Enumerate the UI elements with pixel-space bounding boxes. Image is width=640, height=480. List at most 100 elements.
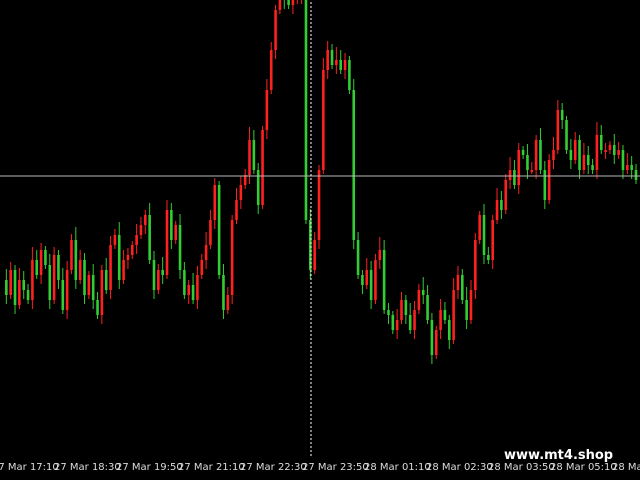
candle-body bbox=[339, 60, 343, 70]
candle-body bbox=[621, 150, 625, 170]
candle-body bbox=[356, 240, 360, 275]
candle-body bbox=[578, 140, 581, 170]
time-axis-label: 27 Mar 21:10 bbox=[178, 462, 245, 473]
candle-body bbox=[200, 260, 204, 275]
candle-body bbox=[274, 10, 277, 50]
candle-body bbox=[256, 170, 260, 205]
candle-body bbox=[222, 275, 225, 310]
candle-body bbox=[447, 320, 451, 340]
candle-body bbox=[317, 170, 321, 240]
candle-body bbox=[461, 275, 464, 300]
candle-body bbox=[239, 185, 243, 200]
candle-body bbox=[248, 140, 251, 175]
candle-body bbox=[391, 315, 395, 330]
candle-body bbox=[22, 280, 26, 290]
candle-body bbox=[434, 330, 438, 355]
candle-body bbox=[135, 235, 138, 245]
candle-body bbox=[261, 130, 264, 205]
candle-body bbox=[78, 260, 82, 280]
candle-body bbox=[187, 285, 191, 295]
candle-body bbox=[287, 0, 290, 5]
time-axis-label: 28 Mar 05:10 bbox=[550, 462, 617, 473]
candle-body bbox=[482, 215, 486, 255]
candle-body bbox=[31, 260, 34, 300]
candle-body bbox=[565, 120, 568, 150]
time-axis-label: 27 Mar 22:30 bbox=[240, 462, 307, 473]
candle-body bbox=[408, 315, 412, 330]
candle-body bbox=[504, 180, 508, 210]
candle-body bbox=[178, 225, 182, 270]
candle-body bbox=[183, 270, 186, 295]
candle-body bbox=[599, 135, 603, 150]
candle-body bbox=[582, 155, 586, 170]
candle-body bbox=[235, 200, 238, 220]
candle-body bbox=[560, 110, 564, 120]
candle-body bbox=[226, 295, 230, 310]
candle-body bbox=[5, 280, 8, 295]
candle-body bbox=[113, 235, 117, 245]
candle-body bbox=[44, 250, 47, 265]
candle-body bbox=[508, 170, 512, 180]
candle-body bbox=[96, 300, 99, 315]
candle-body bbox=[304, 0, 308, 220]
candle-body bbox=[265, 90, 269, 130]
candle-body bbox=[35, 260, 39, 275]
candle-body bbox=[469, 290, 473, 320]
candle-body bbox=[630, 165, 633, 170]
candle-body bbox=[421, 290, 425, 295]
candle-body bbox=[196, 275, 199, 300]
candle-body bbox=[374, 260, 377, 300]
candle-body bbox=[330, 50, 334, 65]
time-axis-label: 28 Mar bbox=[612, 462, 640, 473]
candle-body bbox=[26, 290, 30, 300]
candle-body bbox=[573, 140, 577, 160]
candle-body bbox=[608, 145, 612, 150]
candle-body bbox=[352, 90, 356, 240]
candle-body bbox=[157, 270, 160, 290]
candle-body bbox=[335, 60, 338, 65]
candle-body bbox=[87, 275, 91, 295]
candle-body bbox=[139, 225, 143, 235]
candle-body bbox=[230, 220, 234, 295]
time-axis-label: 28 Mar 02:30 bbox=[426, 462, 493, 473]
candle-body bbox=[57, 255, 60, 280]
candle-body bbox=[369, 270, 373, 300]
candle-body bbox=[144, 215, 147, 225]
candle-body bbox=[174, 225, 177, 240]
candle-body bbox=[148, 215, 151, 260]
candle-body bbox=[348, 60, 351, 90]
candle-body bbox=[547, 160, 551, 200]
candle-body bbox=[104, 270, 108, 290]
candle-body bbox=[65, 270, 69, 310]
candle-body bbox=[539, 140, 542, 170]
candle-body bbox=[48, 265, 52, 300]
candle-body bbox=[517, 150, 521, 185]
candle-body bbox=[191, 285, 195, 300]
candle-body bbox=[543, 170, 547, 200]
candle-body bbox=[474, 240, 477, 290]
candle-body bbox=[456, 275, 460, 290]
candle-body bbox=[491, 220, 494, 260]
time-axis-label: 27 Mar 23:50 bbox=[302, 462, 369, 473]
candle-body bbox=[387, 310, 390, 315]
candle-body bbox=[612, 145, 616, 155]
price-chart[interactable] bbox=[0, 0, 640, 480]
candle-body bbox=[213, 185, 217, 220]
candle-body bbox=[278, 0, 282, 10]
candle-body bbox=[552, 150, 555, 160]
candle-body bbox=[343, 60, 347, 70]
candle-body bbox=[382, 250, 386, 310]
watermark-text: www.mt4.shop bbox=[504, 448, 614, 463]
candle-body bbox=[404, 300, 408, 315]
candle-body bbox=[365, 270, 369, 285]
candle-body bbox=[170, 210, 173, 240]
time-axis-label: 28 Mar 01:10 bbox=[364, 462, 431, 473]
candle-body bbox=[322, 70, 325, 170]
candle-body bbox=[439, 310, 442, 330]
candle-body bbox=[130, 245, 134, 255]
candle-body bbox=[122, 260, 125, 280]
time-axis-label: 27 Mar 17:10 bbox=[0, 462, 59, 473]
candle-body bbox=[61, 280, 65, 310]
time-axis-label: 27 Mar 19:50 bbox=[116, 462, 183, 473]
time-axis-label: 28 Mar 03:50 bbox=[488, 462, 555, 473]
